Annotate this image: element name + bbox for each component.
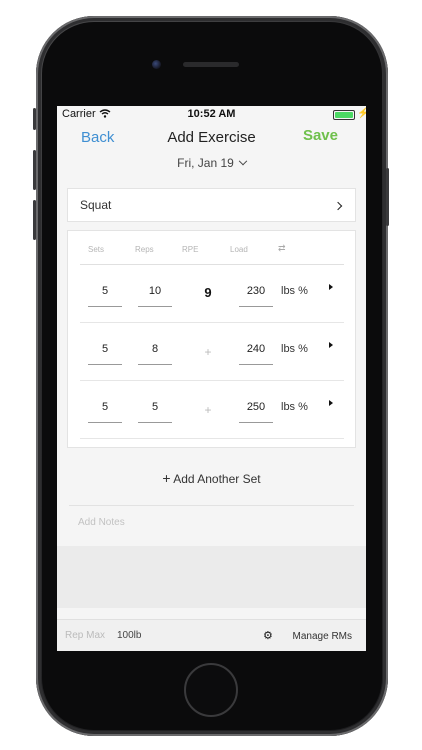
reps-underline bbox=[138, 306, 172, 307]
front-camera bbox=[152, 60, 161, 69]
reps-underline bbox=[138, 364, 172, 365]
load-underline bbox=[239, 306, 273, 307]
load-underline bbox=[239, 422, 273, 423]
load-input[interactable]: 240 bbox=[239, 343, 273, 355]
notes-divider bbox=[69, 505, 354, 506]
header-reps: Reps bbox=[135, 245, 154, 254]
header-load[interactable]: Load bbox=[230, 245, 248, 254]
add-set-label: Add Another Set bbox=[173, 472, 261, 486]
sets-underline bbox=[88, 364, 122, 365]
set-row: 5 5 + 250 lbs % bbox=[68, 381, 357, 439]
rpe-value[interactable]: 9 bbox=[198, 285, 218, 300]
status-time: 10:52 AM bbox=[187, 108, 236, 120]
chevron-right-icon bbox=[333, 201, 343, 211]
volume-up-button bbox=[33, 150, 36, 190]
plus-icon: + bbox=[162, 470, 171, 486]
unit-toggle[interactable]: lbs % bbox=[281, 343, 308, 355]
date-selector[interactable]: Fri, Jan 19 bbox=[57, 156, 366, 170]
set-row: 5 10 9 230 lbs % bbox=[68, 265, 357, 323]
rep-max-label: Rep Max bbox=[65, 630, 106, 641]
unit-toggle[interactable]: lbs % bbox=[281, 401, 308, 413]
charging-bolt-icon: ⚡ bbox=[357, 108, 366, 119]
sets-input[interactable]: 5 bbox=[88, 343, 122, 355]
gear-icon[interactable]: ⚙ bbox=[263, 629, 273, 642]
status-bar: Carrier 10:52 AM ⚡ bbox=[57, 106, 366, 124]
reps-input[interactable]: 10 bbox=[138, 285, 172, 297]
home-button[interactable] bbox=[184, 663, 238, 717]
exercise-name: Squat bbox=[80, 198, 112, 212]
manage-rms-button[interactable]: Manage RMs bbox=[293, 631, 352, 642]
swap-icon[interactable]: ⇄ bbox=[278, 243, 286, 254]
notes-field[interactable]: Add Notes bbox=[78, 517, 125, 528]
add-another-set-button[interactable]: + Add Another Set bbox=[57, 470, 366, 486]
rpe-add-button[interactable]: + bbox=[198, 403, 218, 417]
header-rpe: RPE bbox=[182, 245, 199, 254]
load-input[interactable]: 230 bbox=[239, 285, 273, 297]
rep-max-value: 100lb bbox=[117, 630, 142, 641]
battery-level bbox=[335, 112, 353, 118]
row-divider bbox=[80, 438, 344, 439]
sets-underline bbox=[88, 422, 122, 423]
navigation-bar: Back Add Exercise Save bbox=[57, 124, 366, 154]
set-row: 5 8 + 240 lbs % bbox=[68, 323, 357, 381]
reps-underline bbox=[138, 422, 172, 423]
sets-input[interactable]: 5 bbox=[88, 285, 122, 297]
reps-input[interactable]: 5 bbox=[138, 401, 172, 413]
sets-underline bbox=[88, 306, 122, 307]
sets-table: Sets Reps RPE Load ⇄ 5 10 9 230 lbs % 5 … bbox=[67, 230, 356, 448]
reps-input[interactable]: 8 bbox=[138, 343, 172, 355]
play-triangle-icon[interactable] bbox=[329, 342, 333, 348]
battery-icon bbox=[333, 110, 355, 120]
date-label: Fri, Jan 19 bbox=[177, 156, 234, 170]
volume-down-button bbox=[33, 200, 36, 240]
power-button bbox=[386, 168, 389, 226]
header-sets: Sets bbox=[88, 245, 105, 254]
footer-bar: Rep Max 100lb ⚙ Manage RMs bbox=[57, 619, 366, 651]
unit-toggle[interactable]: lbs % bbox=[281, 285, 308, 297]
rpe-add-button[interactable]: + bbox=[198, 345, 218, 359]
chevron-down-icon bbox=[238, 156, 248, 166]
sets-input[interactable]: 5 bbox=[88, 401, 122, 413]
save-button[interactable]: Save bbox=[303, 127, 338, 144]
mute-switch bbox=[33, 108, 36, 130]
load-input[interactable]: 250 bbox=[239, 401, 273, 413]
play-triangle-icon[interactable] bbox=[329, 284, 333, 290]
play-triangle-icon[interactable] bbox=[329, 400, 333, 406]
exercise-selector[interactable]: Squat bbox=[67, 188, 356, 222]
earpiece-speaker bbox=[183, 62, 239, 67]
load-underline bbox=[239, 364, 273, 365]
app-screen: Carrier 10:52 AM ⚡ Back Add Exercise Sav… bbox=[57, 106, 366, 651]
notes-area[interactable] bbox=[57, 546, 366, 608]
